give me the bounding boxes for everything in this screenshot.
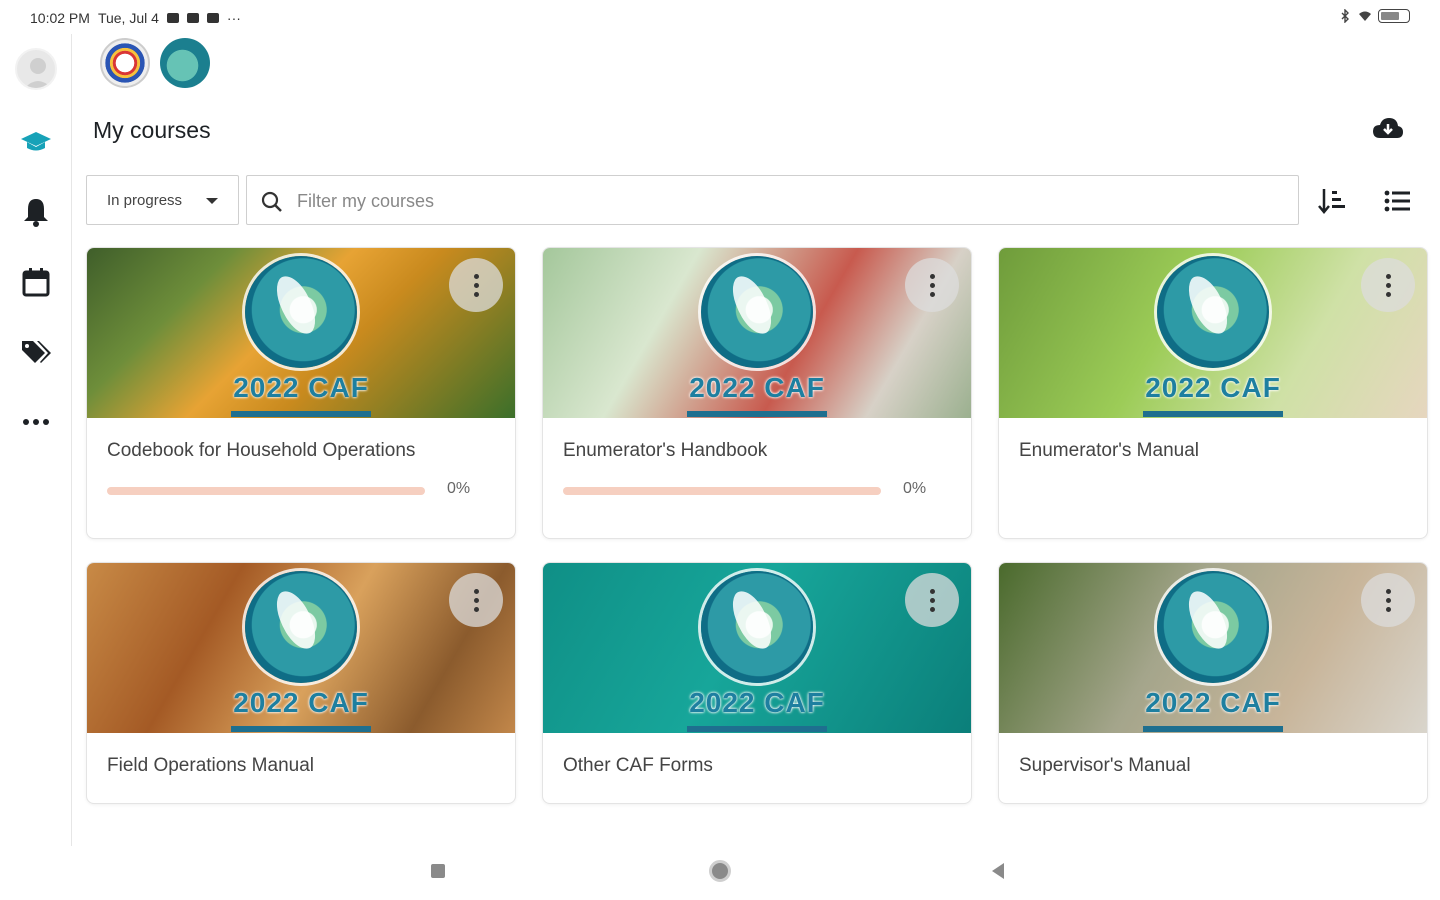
status-date: Tue, Jul 4 [97,10,159,26]
nav-rail [0,34,72,846]
back-icon[interactable] [992,863,1004,879]
cloud-download-icon [1373,118,1403,138]
graduation-cap-icon [21,132,51,151]
progress-percent: 0% [903,480,927,497]
course-name: Codebook for Household Operations [107,440,416,461]
banner-title: 2022 CAF [1145,687,1281,718]
course-menu-button[interactable] [905,573,959,627]
course-filter-bar: In progress [86,175,1426,225]
course-menu-button[interactable] [449,258,503,312]
system-nav-bar [0,846,1440,900]
search-input[interactable] [297,186,1277,216]
course-banner: 2022 CAF [87,248,515,418]
caf-emblem-icon [245,571,357,683]
caf-emblem-icon [1157,571,1269,683]
search-box [246,175,1299,225]
course-name: Enumerator's Manual [1019,440,1199,461]
course-banner: 2022 CAF [87,563,515,733]
nav-notifications[interactable] [14,190,58,234]
course-name: Enumerator's Handbook [563,440,768,461]
caf-emblem-icon [1157,256,1269,368]
notification-icon [166,13,179,23]
caf-emblem-icon [245,256,357,368]
course-name: Other CAF Forms [563,755,713,776]
status-bar: 10:02 PM Tue, Jul 4 ··· [0,0,1440,34]
course-card[interactable]: 2022 CAF Enumerator's Handbook 0% [542,247,972,539]
course-menu-button[interactable] [905,258,959,312]
status-filter-value: In progress [107,191,183,209]
course-menu-button[interactable] [449,573,503,627]
search-icon [261,191,282,212]
course-name: Field Operations Manual [107,755,314,776]
agency-logo [100,38,150,88]
message-icon [186,13,199,23]
battery-icon [1378,9,1410,23]
sort-button[interactable] [1316,185,1348,217]
caf-logo [160,38,210,88]
bell-icon [24,199,48,227]
tag-icon [22,341,51,363]
course-progress: 0% [563,462,951,502]
view-mode-button[interactable] [1382,185,1414,217]
site-logos [100,38,210,88]
course-name: Supervisor's Manual [1019,755,1191,776]
course-menu-button[interactable] [1361,573,1415,627]
more-horizontal-icon [23,419,49,425]
course-banner: 2022 CAF [543,248,971,418]
course-card[interactable]: 2022 CAF Other CAF Forms [542,562,972,804]
nav-more[interactable] [14,400,58,444]
bluetooth-icon [1341,9,1349,23]
nav-my-courses[interactable] [14,120,58,164]
course-progress: 0% [107,462,495,502]
course-card[interactable]: 2022 CAF Field Operations Manual [86,562,516,804]
course-menu-button[interactable] [1361,258,1415,312]
course-banner: 2022 CAF [999,563,1427,733]
sort-icon [1318,189,1345,214]
progress-bar [107,487,425,495]
course-card[interactable]: 2022 CAF Codebook for Household Operatio… [86,247,516,539]
banner-title: 2022 CAF [233,372,369,403]
banner-title: 2022 CAF [1145,372,1281,403]
progress-percent: 0% [447,480,471,497]
status-time: 10:02 PM [30,10,90,26]
banner-title: 2022 CAF [689,372,825,403]
page-title: My courses [93,117,211,143]
calendar-icon [22,268,50,297]
caret-down-icon [206,198,218,204]
download-button[interactable] [1372,116,1404,147]
recent-apps-icon[interactable] [431,864,445,878]
course-banner: 2022 CAF [543,563,971,733]
course-card[interactable]: 2022 CAF Supervisor's Manual [998,562,1428,804]
nav-tags[interactable] [14,330,58,374]
banner-title: 2022 CAF [689,687,825,718]
user-icon [24,58,52,88]
home-icon[interactable] [709,860,731,882]
wifi-icon [1359,11,1371,21]
course-banner: 2022 CAF [999,248,1427,418]
progress-bar [563,487,881,495]
avatar[interactable] [15,48,57,90]
status-overflow: ··· [226,10,241,26]
caf-emblem-icon [701,256,813,368]
course-card[interactable]: 2022 CAF Enumerator's Manual [998,247,1428,539]
delete-icon [206,13,219,23]
status-filter-select[interactable]: In progress [86,175,239,225]
banner-title: 2022 CAF [233,687,369,718]
nav-calendar[interactable] [14,260,58,304]
caf-emblem-icon [701,571,813,683]
list-view-icon [1384,190,1410,212]
